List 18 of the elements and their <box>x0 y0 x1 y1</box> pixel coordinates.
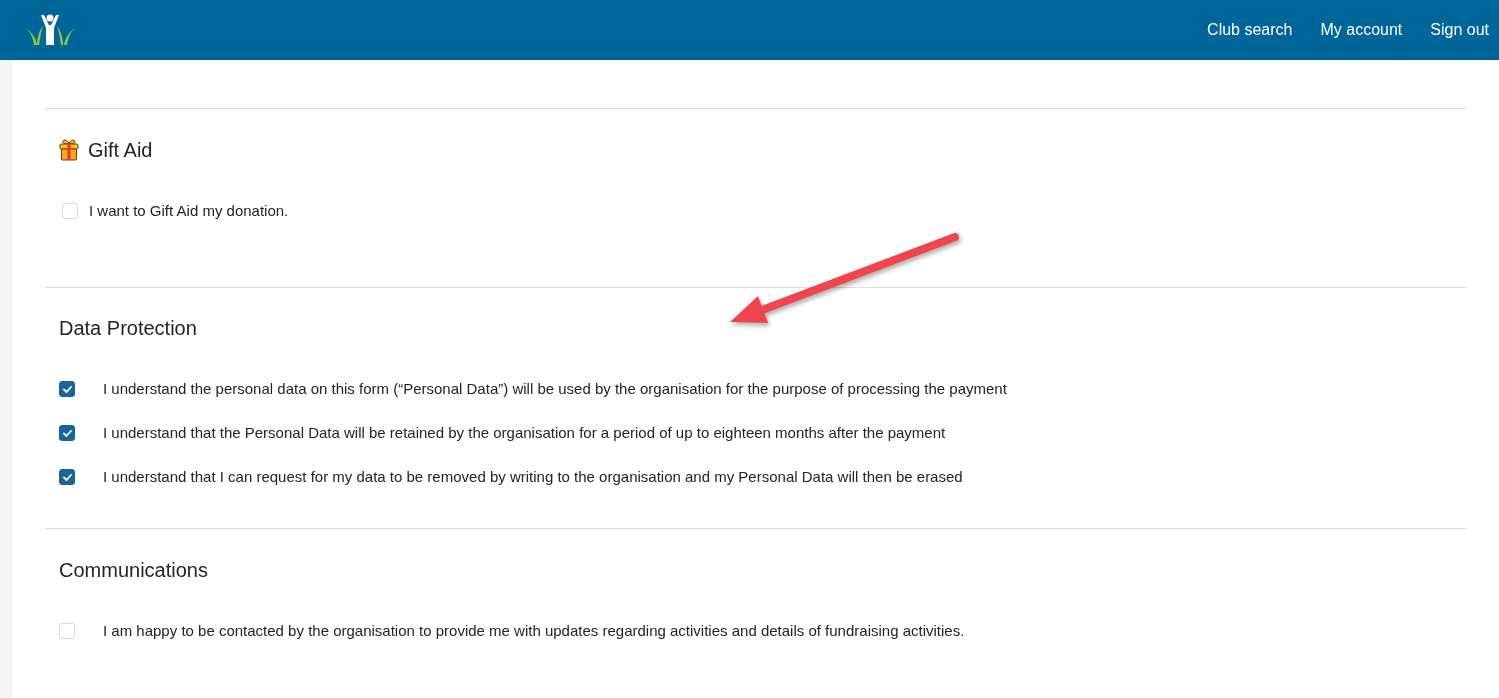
section-heading: Communications <box>59 558 208 583</box>
section-heading: Gift Aid <box>88 138 153 163</box>
checkbox-label: I want to Gift Aid my donation. <box>89 201 289 221</box>
checkbox-label: I understand that I can request for my data to be removed by writing to the organisation and my Personal Data will then be erased <box>103 467 963 487</box>
gift-icon <box>59 139 79 161</box>
checkbox[interactable] <box>59 381 75 397</box>
checkbox[interactable] <box>59 469 75 485</box>
checkmark-icon <box>62 473 72 481</box>
checkbox-label: I am happy to be contacted by the organisation to provide me with updates regarding activities and details of fundraising activities. <box>103 621 965 641</box>
checkmark-icon <box>62 385 72 393</box>
section-heading: Data Protection <box>59 316 197 341</box>
checkbox-label: I understand the personal data on this form (“Personal Data”) will be used by the organisation for the purpose of processing the payment <box>103 379 1007 399</box>
checkmark-icon <box>62 429 72 437</box>
nav-link[interactable]: Sign out <box>1430 19 1489 41</box>
checkbox-label: I understand that the Personal Data will be retained by the organisation for a period of up to eighteen months after the payment <box>103 423 946 443</box>
nav-link[interactable]: Club search <box>1207 19 1293 41</box>
checkbox[interactable] <box>59 425 75 441</box>
nav-link[interactable]: My account <box>1320 19 1403 41</box>
